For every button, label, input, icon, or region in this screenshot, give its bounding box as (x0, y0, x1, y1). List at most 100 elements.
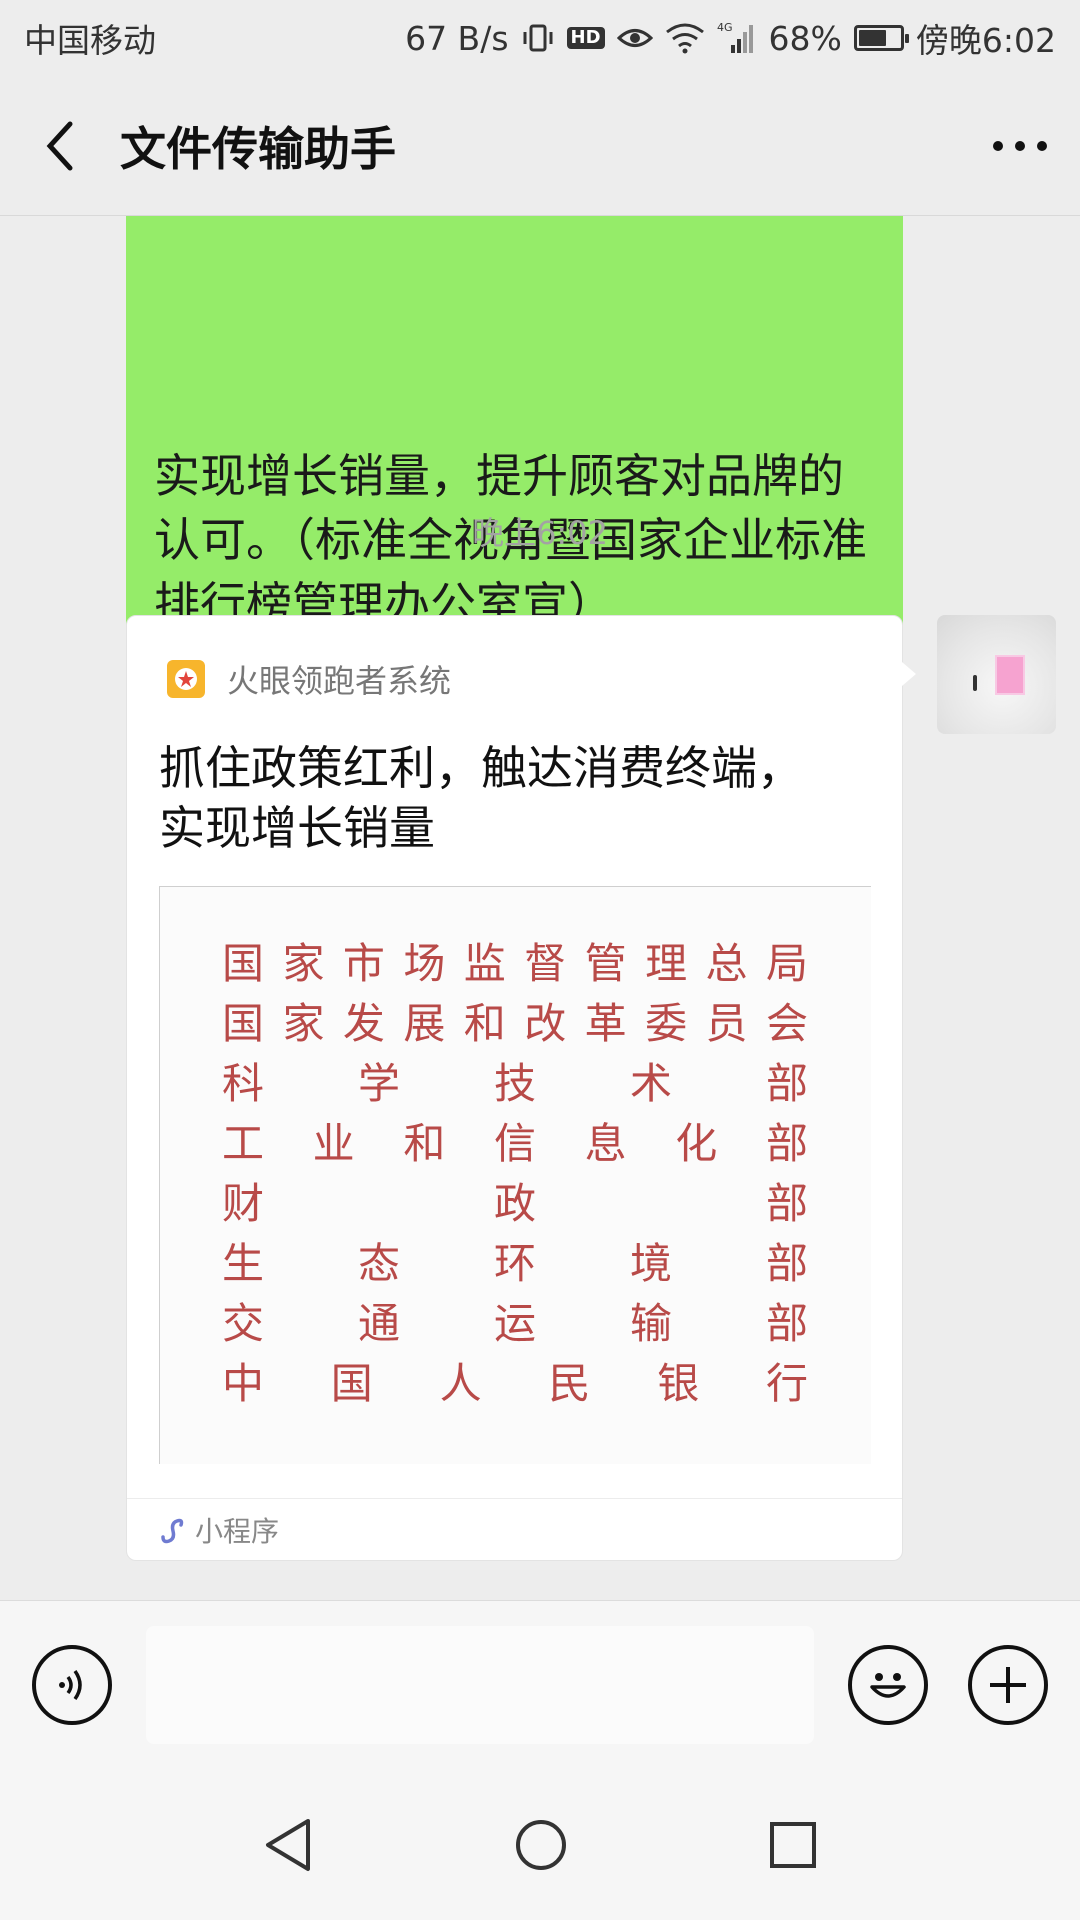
agency-char: 行 (765, 1359, 808, 1408)
agency-char: 国 (330, 1359, 373, 1408)
agency-char: 部 (765, 1239, 808, 1288)
agency-char: 部 (765, 1119, 808, 1168)
agency-char: 交 (222, 1299, 265, 1348)
text-message-bubble[interactable]: 实现增长销量，提升顾客对品牌的认可。（标准全视角暨国家企业标准排行榜管理办公室宣… (126, 216, 903, 662)
agency-char: 总 (705, 939, 748, 988)
agency-char: 通 (357, 1299, 400, 1348)
nav-home-circle-icon[interactable] (514, 1818, 568, 1872)
avatar-figure (973, 675, 977, 691)
agency-char: 监 (463, 939, 506, 988)
agency-char: 术 (629, 1059, 672, 1108)
wifi-icon (665, 22, 705, 54)
agency-char: 委 (645, 999, 688, 1048)
agency-row: 中国人民银行 (222, 1359, 808, 1409)
back-button[interactable] (0, 76, 120, 216)
agency-char: 工 (222, 1119, 265, 1168)
network-speed: 67 B/s (405, 18, 509, 58)
vibrate-icon (521, 21, 555, 55)
agency-char: 会 (765, 999, 808, 1048)
agency-char: 改 (524, 999, 567, 1048)
agency-char: 国 (222, 939, 265, 988)
agency-char: 理 (645, 939, 688, 988)
card-source-name: 火眼领跑者系统 (227, 662, 452, 700)
card-preview-image: 国家市场监督管理总局国家发展和改革委员会科学技术部工业和信息化部财政部生态环境部… (159, 886, 871, 1464)
system-navigation-bar (0, 1770, 1080, 1920)
agency-char: 员 (705, 999, 748, 1048)
hd-badge: HD (566, 27, 605, 49)
agency-char: 化 (675, 1119, 718, 1168)
agency-char: 运 (493, 1299, 536, 1348)
eye-icon (616, 23, 653, 53)
agency-char: 财 (222, 1179, 265, 1228)
chat-header: 文件传输助手 (0, 76, 1080, 216)
nav-recents-square-icon[interactable] (768, 1820, 818, 1870)
plus-icon (990, 1667, 1026, 1703)
agency-char: 展 (403, 999, 446, 1048)
card-footer: 小程序 (127, 1498, 902, 1560)
agency-char: 革 (584, 999, 627, 1048)
mini-program-card[interactable]: 火眼领跑者系统 抓住政策红利，触达消费终端，实现增长销量 国家市场监督管理总局国… (126, 615, 916, 1561)
agency-char: 银 (657, 1359, 700, 1408)
battery-percent: 68% (768, 18, 842, 58)
agency-row: 国家发展和改革委员会 (222, 999, 808, 1049)
plus-button[interactable] (968, 1645, 1048, 1725)
agency-row: 工业和信息化部 (222, 1119, 808, 1169)
cellular-signal-icon: 4G (717, 21, 757, 55)
agency-char: 和 (403, 1119, 446, 1168)
agency-char: 发 (342, 999, 385, 1048)
nav-back-triangle-icon[interactable] (262, 1817, 314, 1873)
card-title: 抓住政策红利，触达消费终端，实现增长销量 (159, 741, 803, 855)
agency-char: 部 (765, 1179, 808, 1228)
agency-char: 息 (584, 1119, 627, 1168)
chat-title: 文件传输助手 (120, 121, 396, 176)
input-bar (0, 1600, 1080, 1770)
agency-char: 环 (493, 1239, 536, 1288)
agency-char: 和 (463, 999, 506, 1048)
back-chevron-icon (46, 121, 73, 170)
message-input[interactable] (146, 1626, 814, 1744)
status-icons: 67 B/s HD 4G 68% 傍晚6:02 (405, 14, 1056, 62)
battery-fill (858, 30, 886, 46)
agency-char: 民 (548, 1359, 591, 1408)
agency-char: 管 (584, 939, 627, 988)
more-button[interactable] (960, 76, 1080, 216)
voice-button[interactable] (32, 1645, 112, 1725)
agency-char: 输 (629, 1299, 672, 1348)
battery-icon (853, 25, 909, 51)
more-dots-icon (993, 140, 1047, 151)
agency-row: 科学技术部 (222, 1059, 808, 1109)
agency-char: 场 (403, 939, 446, 988)
voice-icon (59, 1669, 82, 1701)
avatar-picture-frame (995, 655, 1025, 695)
agency-char: 中 (222, 1359, 265, 1408)
agency-char: 信 (493, 1119, 536, 1168)
agency-char: 市 (342, 939, 385, 988)
user-avatar[interactable] (937, 615, 1056, 734)
mini-program-icon (161, 1518, 184, 1543)
agency-char: 生 (222, 1239, 265, 1288)
agency-char: 科 (222, 1059, 265, 1108)
agency-char: 业 (312, 1119, 355, 1168)
agency-char: 国 (222, 999, 265, 1048)
message-timestamp: 晚上6:02 (472, 514, 608, 552)
agency-char: 学 (357, 1059, 400, 1108)
emoji-button[interactable] (848, 1645, 928, 1725)
agency-row: 财政部 (222, 1179, 808, 1229)
agency-char: 家 (282, 999, 325, 1048)
agency-row: 生态环境部 (222, 1239, 808, 1289)
clock: 傍晚6:02 (915, 21, 1056, 60)
agency-char: 局 (765, 939, 808, 988)
agency-char: 家 (282, 939, 325, 988)
agency-char: 部 (765, 1299, 808, 1348)
chat-area[interactable]: 实现增长销量，提升顾客对品牌的认可。（标准全视角暨国家企业标准排行榜管理办公室宣… (0, 216, 1080, 1600)
app-logo-icon (167, 660, 205, 698)
agency-char: 部 (765, 1059, 808, 1108)
agency-row: 交通运输部 (222, 1299, 808, 1349)
agency-row: 国家市场监督管理总局 (222, 939, 808, 989)
emoji-icon (870, 1673, 906, 1698)
agency-char: 境 (629, 1239, 672, 1288)
status-bar: 中国移动 67 B/s HD 4G 68% 傍晚6:02 (0, 0, 1080, 76)
card-footer-label: 小程序 (195, 1514, 280, 1548)
agency-char: 态 (357, 1239, 400, 1288)
card-source: 火眼领跑者系统 (167, 656, 451, 702)
